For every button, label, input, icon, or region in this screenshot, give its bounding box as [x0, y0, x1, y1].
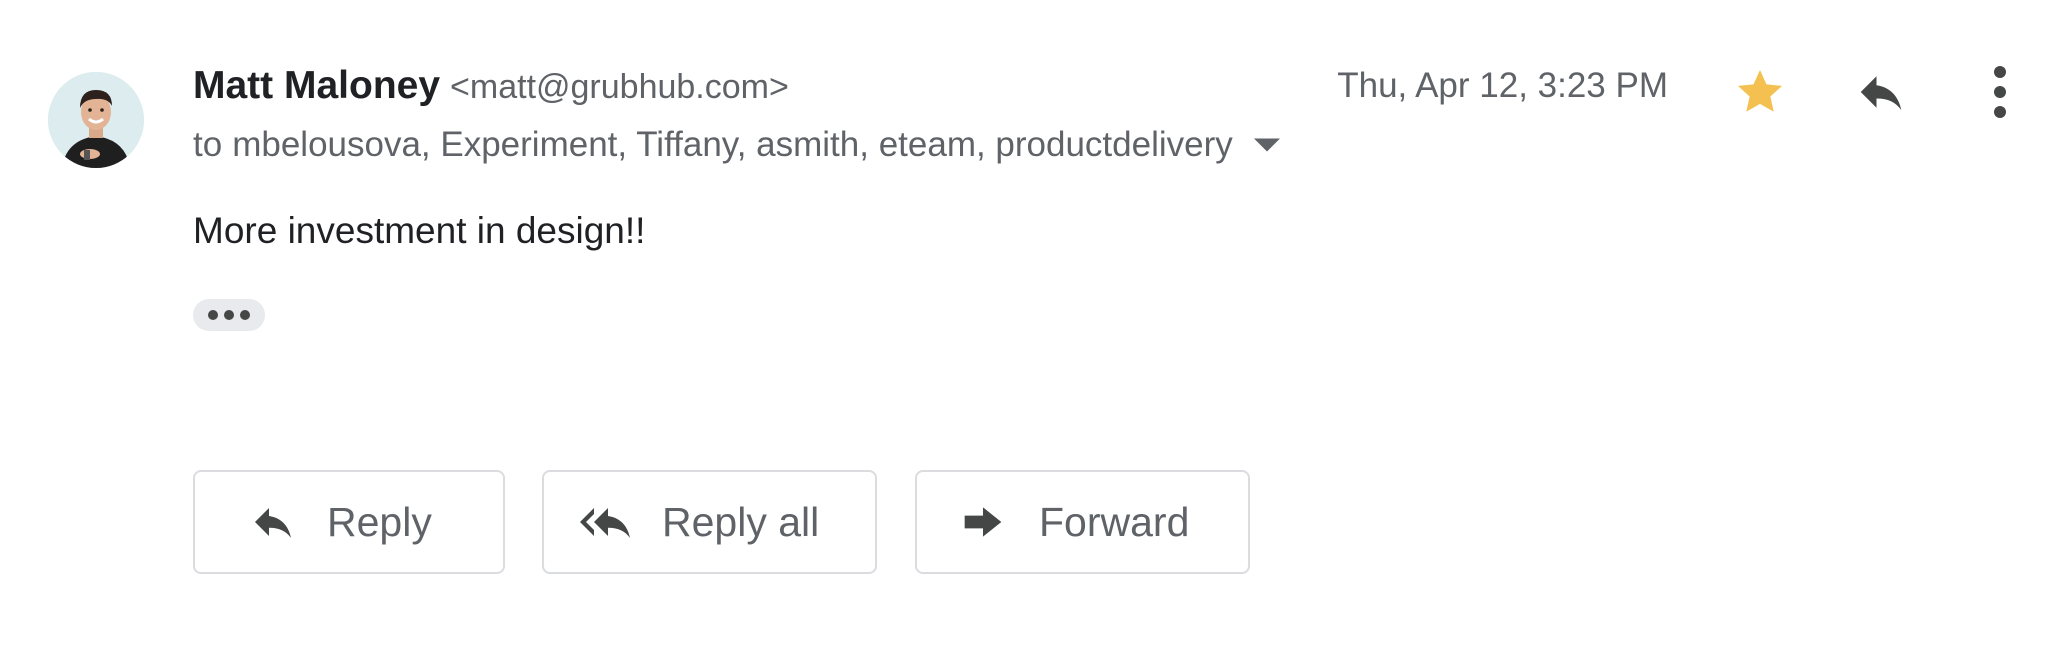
star-icon: [1737, 69, 1783, 112]
avatar-image: [48, 72, 144, 168]
forward-label: Forward: [1039, 498, 1190, 545]
reply-icon: [1860, 76, 1902, 110]
ellipsis-dot: [208, 310, 218, 320]
more-options-button[interactable]: [1982, 62, 2018, 122]
recipients-prefix: to: [193, 125, 223, 164]
star-button[interactable]: [1733, 65, 1787, 119]
message-body: More investment in design!!: [193, 210, 646, 251]
ellipsis-dot: [240, 310, 250, 320]
forward-button[interactable]: Forward: [915, 470, 1250, 574]
sender-line: Matt Maloney <matt@grubhub.com>: [193, 64, 789, 118]
show-trimmed-content-button[interactable]: [193, 299, 265, 331]
recipients-line: to mbelousova, Experiment, Tiffany, asmi…: [193, 125, 1291, 165]
caret-down-icon: [1253, 138, 1280, 152]
reply-icon-button[interactable]: [1852, 65, 1910, 119]
reply-icon: [247, 498, 299, 546]
sender-name[interactable]: Matt Maloney: [193, 64, 440, 108]
forward-icon: [959, 500, 1007, 544]
reply-button[interactable]: Reply: [193, 470, 505, 574]
ellipsis-dot: [224, 310, 234, 320]
reply-all-label: Reply all: [662, 498, 820, 545]
reply-all-button[interactable]: Reply all: [542, 470, 877, 574]
more-vert-icon: [1994, 66, 2006, 118]
message-date[interactable]: Thu, Apr 12, 3:23 PM: [1337, 66, 1668, 106]
reply-label: Reply: [327, 498, 432, 545]
recipients-list: mbelousova, Experiment, Tiffany, asmith,…: [232, 125, 1233, 164]
sender-avatar[interactable]: [48, 72, 144, 168]
show-details-button[interactable]: [1243, 125, 1291, 165]
reply-all-icon: [576, 498, 640, 546]
sender-email: <matt@grubhub.com>: [450, 68, 789, 106]
